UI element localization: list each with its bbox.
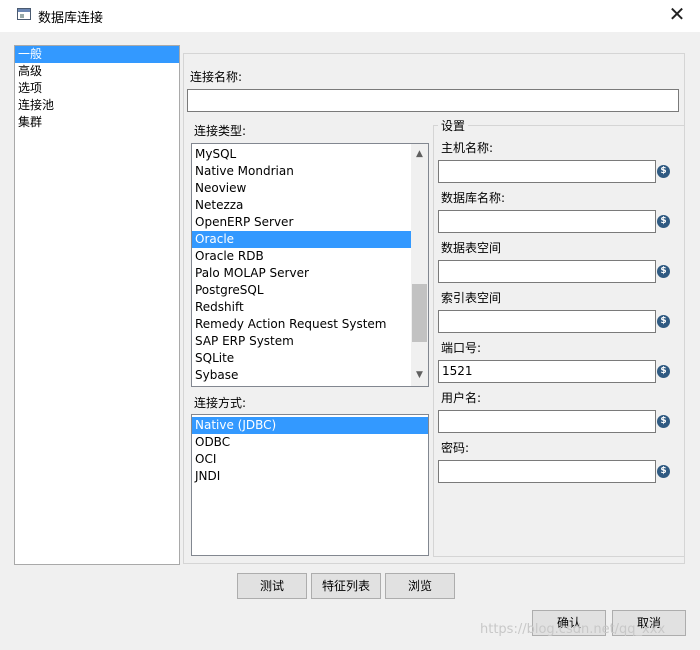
list-item-selected[interactable]: Native (JDBC)	[192, 417, 428, 434]
category-list[interactable]: 一般 高级 选项 连接池 集群	[14, 45, 180, 565]
close-icon[interactable]: ✕	[654, 0, 700, 30]
access-method-label: 连接方式:	[194, 396, 247, 410]
list-item[interactable]: Native Mondrian	[192, 163, 411, 180]
connection-type-list[interactable]: MySQL Native Mondrian Neoview Netezza Op…	[191, 143, 429, 387]
list-item[interactable]: MySQL	[192, 146, 411, 163]
list-item[interactable]: Netezza	[192, 197, 411, 214]
data-tablespace-label: 数据表空间	[441, 241, 502, 255]
connection-name-input[interactable]	[187, 89, 679, 112]
connection-type-scrollbar[interactable]: ▲ ▼	[411, 144, 428, 386]
watermark: https://blog.csdn.net/qq_xxx	[480, 622, 666, 637]
list-item[interactable]: Redshift	[192, 299, 411, 316]
window-icon	[17, 8, 31, 20]
username-input[interactable]	[438, 410, 656, 433]
database-connection-dialog: 数据库连接 ✕ 一般 高级 选项 连接池 集群 连接名称: 连接类型: MySQ…	[0, 0, 700, 650]
list-item[interactable]: Remedy Action Request System	[192, 316, 411, 333]
window-title: 数据库连接	[38, 11, 104, 26]
variable-icon[interactable]: $	[657, 165, 670, 178]
access-method-list[interactable]: Native (JDBC) ODBC OCI JNDI	[191, 414, 429, 556]
variable-icon[interactable]: $	[657, 365, 670, 378]
variable-icon[interactable]: $	[657, 215, 670, 228]
index-tablespace-label: 索引表空间	[441, 291, 502, 305]
list-item[interactable]: JNDI	[192, 468, 428, 485]
database-name-input[interactable]	[438, 210, 656, 233]
host-input[interactable]	[438, 160, 656, 183]
explore-button[interactable]: 浏览	[385, 573, 455, 599]
database-name-label: 数据库名称:	[441, 191, 506, 205]
list-item[interactable]: PostgreSQL	[192, 282, 411, 299]
variable-icon[interactable]: $	[657, 265, 670, 278]
list-item[interactable]: Oracle RDB	[192, 248, 411, 265]
list-item[interactable]: ODBC	[192, 434, 428, 451]
nav-item-pooling[interactable]: 连接池	[15, 97, 179, 114]
connection-name-label: 连接名称:	[190, 70, 243, 84]
port-label: 端口号:	[441, 341, 482, 355]
list-item[interactable]: SQLite	[192, 350, 411, 367]
password-input[interactable]	[438, 460, 656, 483]
test-button[interactable]: 测试	[237, 573, 307, 599]
list-item[interactable]: SAP ERP System	[192, 333, 411, 350]
feature-list-button[interactable]: 特征列表	[311, 573, 381, 599]
list-item[interactable]: Neoview	[192, 180, 411, 197]
settings-title: 设置	[438, 117, 469, 134]
nav-item-options[interactable]: 选项	[15, 80, 179, 97]
scroll-down-icon[interactable]: ▼	[411, 367, 428, 384]
nav-item-general[interactable]: 一般	[15, 46, 179, 63]
host-label: 主机名称:	[441, 141, 494, 155]
port-input[interactable]: 1521	[438, 360, 656, 383]
list-item[interactable]: Sybase	[192, 367, 411, 384]
nav-item-cluster[interactable]: 集群	[15, 114, 179, 131]
scroll-thumb[interactable]	[412, 284, 427, 342]
title-bar: 数据库连接 ✕	[0, 0, 700, 32]
scroll-up-icon[interactable]: ▲	[411, 146, 428, 163]
nav-item-advanced[interactable]: 高级	[15, 63, 179, 80]
password-label: 密码:	[441, 441, 470, 455]
username-label: 用户名:	[441, 391, 482, 405]
variable-icon[interactable]: $	[657, 465, 670, 478]
data-tablespace-input[interactable]	[438, 260, 656, 283]
list-item[interactable]: OCI	[192, 451, 428, 468]
list-item-selected[interactable]: Oracle	[192, 231, 411, 248]
index-tablespace-input[interactable]	[438, 310, 656, 333]
variable-icon[interactable]: $	[657, 315, 670, 328]
list-item[interactable]: Palo MOLAP Server	[192, 265, 411, 282]
list-item[interactable]: OpenERP Server	[192, 214, 411, 231]
connection-type-label: 连接类型:	[194, 124, 247, 138]
variable-icon[interactable]: $	[657, 415, 670, 428]
